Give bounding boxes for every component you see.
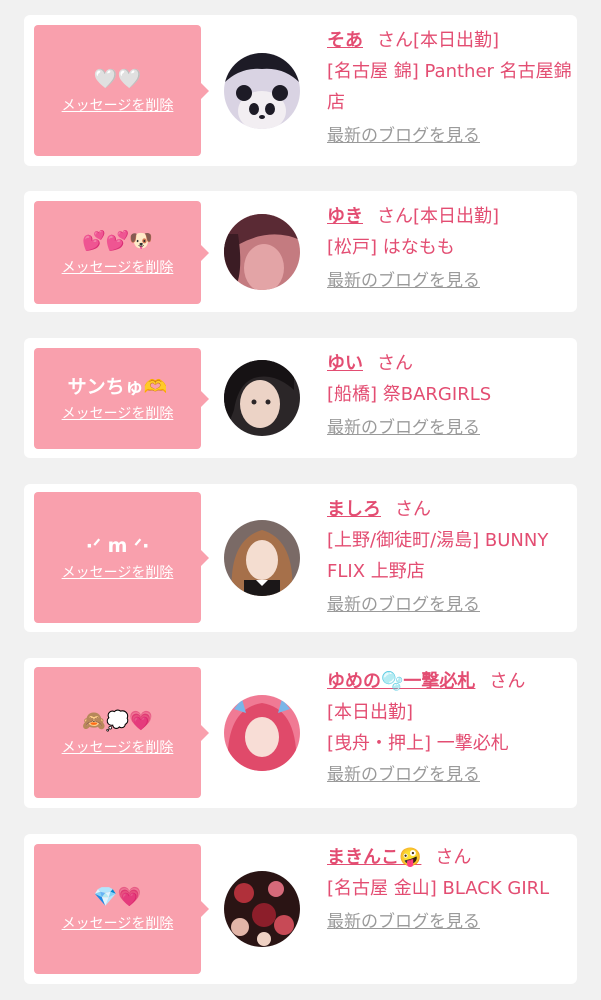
honorific: さん <box>377 206 413 227</box>
message-text: 🤍🤍 <box>93 67 142 90</box>
status-text: [本日出勤] <box>413 30 500 51</box>
cast-name-link[interactable]: まきんこ🤪 <box>327 847 421 868</box>
cast-name-link[interactable]: ゆい <box>327 353 363 374</box>
avatar[interactable] <box>224 520 300 596</box>
latest-blog-link[interactable]: 最新のブログを見る <box>327 124 480 148</box>
latest-blog-link[interactable]: 最新のブログを見る <box>327 269 480 293</box>
message-bubble: 🙈💭💗 メッセージを削除 <box>34 667 209 798</box>
shop-text: [名古屋 錦] Panther 名古屋錦店 <box>327 61 572 113</box>
honorific: さん <box>377 353 413 374</box>
delete-message-link[interactable]: メッセージを削除 <box>62 564 174 582</box>
latest-blog-link[interactable]: 最新のブログを見る <box>327 593 480 617</box>
shop-text: [松戸] はなもも <box>327 237 455 258</box>
message-text: 💎💗 <box>93 886 142 908</box>
delete-message-link[interactable]: メッセージを削除 <box>62 97 174 115</box>
latest-blog-link[interactable]: 最新のブログを見る <box>327 910 480 934</box>
card-info: ゆめの🫧一撃必札 さん [本日出勤] [曳舟・押上] 一撃必札 最新のブログを見る <box>327 666 572 790</box>
message-text: 🙈💭💗 <box>82 709 153 732</box>
card-info: そあ さん[本日出勤] [名古屋 錦] Panther 名古屋錦店 最新のブログを… <box>327 25 572 151</box>
message-bubble: ·ᐟ m ᐟ· メッセージを削除 <box>34 492 209 623</box>
message-card: 🙈💭💗 メッセージを削除 ゆめの🫧一撃必札 さん [本日出勤] [曳舟・押上] 一… <box>24 658 577 808</box>
delete-message-link[interactable]: メッセージを削除 <box>62 259 174 277</box>
shop-text: [曳舟・押上] 一撃必札 <box>327 733 509 754</box>
latest-blog-link[interactable]: 最新のブログを見る <box>327 416 480 440</box>
honorific: さん <box>395 499 431 520</box>
message-text: 💕💕🐶 <box>82 229 153 252</box>
latest-blog-link[interactable]: 最新のブログを見る <box>327 763 480 787</box>
message-card: サンちゅ🫶 メッセージを削除 ゆい さん [船橋] 祭BARGIRLS 最新のブロ… <box>24 338 577 458</box>
message-bubble: サンちゅ🫶 メッセージを削除 <box>34 348 209 449</box>
avatar[interactable] <box>224 53 300 129</box>
cast-name-link[interactable]: ゆめの🫧一撃必札 <box>327 671 475 692</box>
honorific: さん <box>435 847 472 868</box>
message-card: 💎💗 メッセージを削除 まきんこ🤪 さん [名古屋 金山] BLACK GIRL … <box>24 834 577 984</box>
card-info: まきんこ🤪 さん [名古屋 金山] BLACK GIRL 最新のブログを見る <box>327 842 572 937</box>
message-bubble: 💎💗 メッセージを削除 <box>34 844 209 974</box>
delete-message-link[interactable]: メッセージを削除 <box>62 915 174 933</box>
shop-text: [上野/御徒町/湯島] BUNNY FLIX 上野店 <box>327 530 549 582</box>
cast-name-link[interactable]: そあ <box>327 30 363 51</box>
avatar[interactable] <box>224 214 300 290</box>
avatar[interactable] <box>224 695 300 771</box>
message-card: ·ᐟ m ᐟ· メッセージを削除 ましろ さん [上野/御徒町/湯島] BUNNY… <box>24 484 577 632</box>
avatar[interactable] <box>224 871 300 947</box>
cast-name-link[interactable]: ゆき <box>327 206 363 227</box>
honorific: さん <box>377 30 413 51</box>
status-text: [本日出勤] <box>413 206 500 227</box>
avatar[interactable] <box>224 360 300 436</box>
message-bubble: 💕💕🐶 メッセージを削除 <box>34 201 209 304</box>
card-info: ゆき さん[本日出勤] [松戸] はなもも 最新のブログを見る <box>327 201 572 296</box>
message-text: サンちゅ🫶 <box>67 375 168 398</box>
message-card: 🤍🤍 メッセージを削除 そあ さん[本日出勤] [名古屋 錦] Panther 名… <box>24 15 577 166</box>
delete-message-link[interactable]: メッセージを削除 <box>62 405 174 423</box>
card-info: ましろ さん [上野/御徒町/湯島] BUNNY FLIX 上野店 最新のブログを… <box>327 494 572 620</box>
shop-text: [船橋] 祭BARGIRLS <box>327 384 492 405</box>
message-list: 🤍🤍 メッセージを削除 そあ さん[本日出勤] [名古屋 錦] Panther 名… <box>0 0 601 1000</box>
honorific: さん <box>489 671 526 692</box>
status-text: [本日出勤] <box>327 702 414 723</box>
message-text: ·ᐟ m ᐟ· <box>85 534 150 557</box>
shop-text: [名古屋 金山] BLACK GIRL <box>327 878 550 899</box>
message-bubble: 🤍🤍 メッセージを削除 <box>34 25 209 156</box>
delete-message-link[interactable]: メッセージを削除 <box>62 739 174 757</box>
message-card: 💕💕🐶 メッセージを削除 ゆき さん[本日出勤] [松戸] はなもも 最新のブログ… <box>24 191 577 312</box>
card-info: ゆい さん [船橋] 祭BARGIRLS 最新のブログを見る <box>327 348 572 443</box>
cast-name-link[interactable]: ましろ <box>327 499 381 520</box>
